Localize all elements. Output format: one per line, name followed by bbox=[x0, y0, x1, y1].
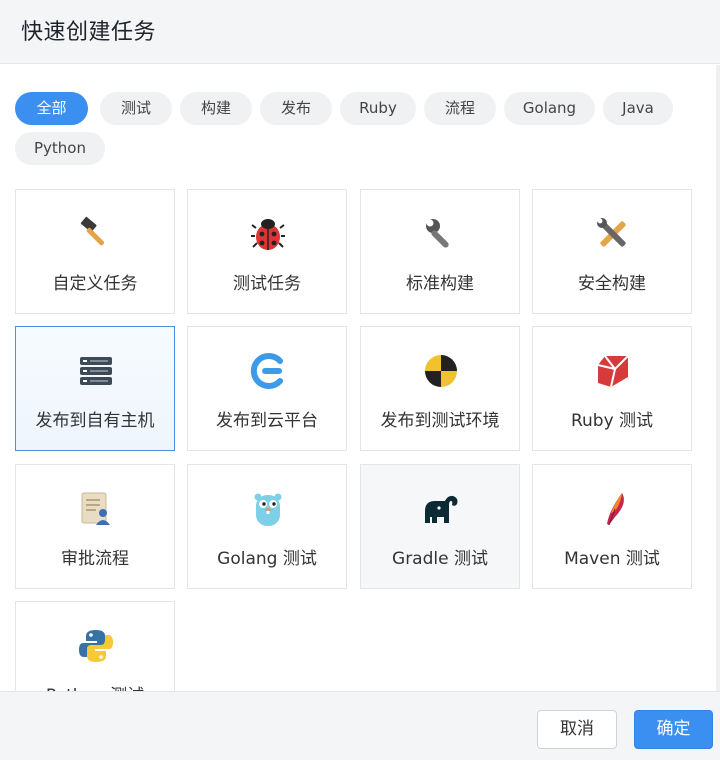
task-card-gradle-test[interactable]: Gradle 测试 bbox=[360, 464, 520, 589]
dialog-footer: 取消 确定 bbox=[0, 691, 720, 760]
task-card-standard-build[interactable]: 标准构建 bbox=[360, 189, 520, 314]
task-card-deploy-cloud[interactable]: 发布到云平台 bbox=[187, 326, 347, 451]
task-card-label: 安全构建 bbox=[578, 274, 646, 294]
task-card-deploy-test-env[interactable]: 发布到测试环境 bbox=[360, 326, 520, 451]
task-card-label: 发布到自有主机 bbox=[35, 411, 155, 431]
task-card-approval-flow[interactable]: 审批流程 bbox=[15, 464, 175, 589]
filter-chip-release[interactable]: 发布 bbox=[260, 92, 332, 125]
task-card-python-test[interactable]: Python 测试 bbox=[15, 601, 175, 691]
filter-chip-build[interactable]: 构建 bbox=[180, 92, 252, 125]
task-card-label: 发布到测试环境 bbox=[380, 411, 500, 431]
test-target-icon bbox=[425, 355, 457, 387]
task-card-label: 标准构建 bbox=[406, 274, 474, 294]
task-card-deploy-own-host[interactable]: 发布到自有主机 bbox=[15, 326, 175, 451]
python-icon bbox=[79, 630, 113, 662]
task-card-label: Maven 测试 bbox=[564, 549, 660, 569]
task-card-label: 测试任务 bbox=[233, 274, 301, 294]
task-card-maven-test[interactable]: Maven 测试 bbox=[532, 464, 692, 589]
task-card-label: Gradle 测试 bbox=[392, 549, 488, 569]
filter-chip-all[interactable]: 全部 bbox=[15, 92, 88, 125]
filter-chip-test[interactable]: 测试 bbox=[100, 92, 172, 125]
filter-chip-python[interactable]: Python bbox=[15, 132, 105, 165]
task-card-custom[interactable]: 自定义任务 bbox=[15, 189, 175, 314]
filter-chip-workflow[interactable]: 流程 bbox=[424, 92, 496, 125]
filter-chip-ruby[interactable]: Ruby bbox=[340, 92, 416, 125]
ruby-icon bbox=[597, 355, 629, 388]
gradle-elephant-icon bbox=[425, 495, 458, 523]
hammer-icon bbox=[80, 216, 105, 246]
body-scrollbar[interactable] bbox=[716, 65, 720, 691]
server-icon bbox=[80, 357, 112, 385]
ladybug-icon bbox=[251, 219, 285, 250]
dialog-header: 快速创建任务 bbox=[0, 0, 720, 64]
cloud-e-icon bbox=[250, 353, 283, 389]
cancel-button[interactable]: 取消 bbox=[537, 710, 617, 749]
task-card-secure-build[interactable]: 安全构建 bbox=[532, 189, 692, 314]
dialog-body[interactable]: 全部 测试 构建 发布 Ruby 流程 Golang Java Python 自… bbox=[0, 65, 720, 691]
quick-create-task-dialog: 快速创建任务 全部 测试 构建 发布 Ruby 流程 Golang Java P… bbox=[0, 0, 720, 760]
task-card-label: Python 测试 bbox=[16, 681, 174, 691]
task-card-golang-test[interactable]: Golang 测试 bbox=[187, 464, 347, 589]
filter-chip-golang[interactable]: Golang bbox=[504, 92, 595, 125]
maven-feather-icon bbox=[607, 493, 624, 526]
wrench-icon bbox=[426, 219, 449, 248]
task-card-label: 审批流程 bbox=[61, 549, 129, 569]
task-card-ruby-test[interactable]: Ruby 测试 bbox=[532, 326, 692, 451]
gopher-icon bbox=[254, 493, 282, 526]
task-card-label: 发布到云平台 bbox=[216, 411, 318, 431]
dialog-title: 快速创建任务 bbox=[21, 20, 157, 45]
tools-icon bbox=[597, 218, 626, 247]
task-card-label: Golang 测试 bbox=[217, 549, 317, 569]
confirm-button[interactable]: 确定 bbox=[634, 710, 713, 749]
approval-document-icon bbox=[81, 492, 110, 525]
task-card-label: 自定义任务 bbox=[52, 274, 138, 294]
task-card-testing[interactable]: 测试任务 bbox=[187, 189, 347, 314]
task-card-label: Ruby 测试 bbox=[570, 411, 654, 431]
filter-chip-java[interactable]: Java bbox=[603, 92, 673, 125]
